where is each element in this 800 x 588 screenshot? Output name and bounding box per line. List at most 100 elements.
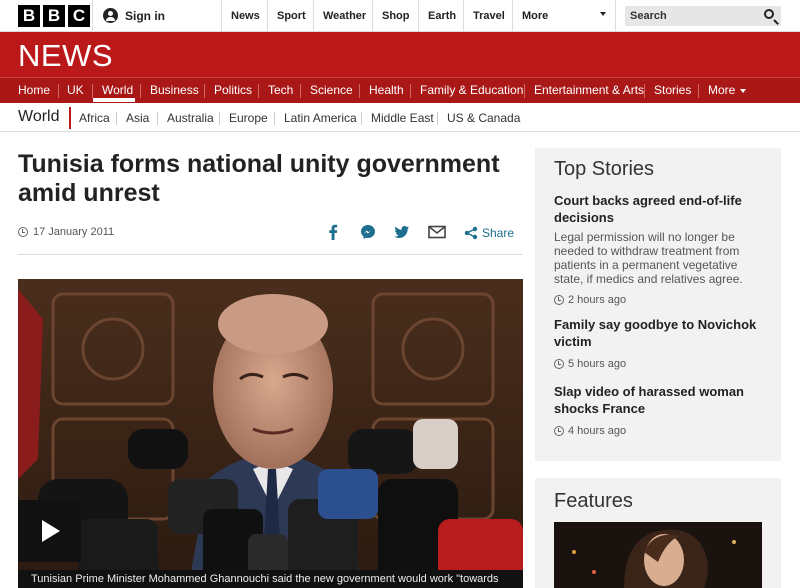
top-story-time: 5 hours ago (554, 358, 769, 370)
divider (274, 112, 275, 125)
nav-health[interactable]: Health (369, 83, 404, 97)
main-nav: Home UK World Business Politics Tech Sci… (0, 77, 800, 103)
divider (372, 0, 373, 32)
bbc-logo-letter: C (68, 5, 90, 27)
share-button[interactable]: Share (464, 226, 514, 240)
nav-more-label: More (708, 83, 736, 97)
clock-icon (554, 359, 564, 369)
subnav-australia[interactable]: Australia (167, 111, 214, 125)
nav-more[interactable]: More (708, 83, 747, 97)
subnav-active-indicator (69, 107, 71, 129)
nav-stories[interactable]: Stories (654, 83, 691, 97)
chevron-down-icon (740, 88, 747, 93)
top-story-time-text: 5 hours ago (568, 358, 627, 370)
divider (512, 0, 513, 32)
top-story-title[interactable]: Family say goodbye to Novichok victim (554, 316, 769, 350)
video-player[interactable] (18, 279, 523, 588)
divider (221, 0, 222, 32)
feature-thumbnail (554, 522, 762, 588)
divider (300, 84, 301, 98)
top-story-item[interactable]: Slap video of harassed woman shocks Fran… (554, 383, 769, 437)
divider (418, 0, 419, 32)
topnav-sport[interactable]: Sport (277, 10, 306, 22)
video-thumbnail (18, 279, 523, 588)
nav-world[interactable]: World (102, 83, 133, 97)
divider (92, 0, 93, 32)
top-story-time-text: 2 hours ago (568, 294, 627, 306)
nav-home[interactable]: Home (18, 83, 50, 97)
twitter-icon[interactable] (394, 224, 410, 240)
feature-image[interactable] (554, 522, 762, 588)
divider (463, 0, 464, 32)
divider (410, 84, 411, 98)
section-title[interactable]: World (18, 108, 60, 126)
facebook-icon[interactable] (326, 224, 340, 240)
subnav-us-canada[interactable]: US & Canada (447, 111, 520, 125)
topnav-more[interactable]: More (522, 10, 548, 22)
clock-icon (554, 295, 564, 305)
topnav-news[interactable]: News (231, 10, 260, 22)
clock-icon (554, 426, 564, 436)
top-story-title[interactable]: Court backs agreed end-of-life decisions (554, 192, 769, 226)
divider (698, 84, 699, 98)
top-story-title[interactable]: Slap video of harassed woman shocks Fran… (554, 383, 769, 417)
messenger-icon[interactable] (360, 224, 376, 240)
divider (615, 0, 616, 32)
search-icon[interactable] (764, 9, 774, 19)
topnav-weather[interactable]: Weather (323, 10, 366, 22)
article-headline: Tunisia forms national unity government … (18, 150, 500, 207)
sign-in-link[interactable]: Sign in (103, 8, 165, 23)
features-panel: Features (535, 478, 781, 588)
features-title: Features (554, 490, 633, 512)
nav-science[interactable]: Science (310, 83, 353, 97)
subnav-latin-america[interactable]: Latin America (284, 111, 357, 125)
user-icon (103, 8, 118, 23)
nav-tech[interactable]: Tech (268, 83, 293, 97)
divider (116, 112, 117, 125)
subnav-asia[interactable]: Asia (126, 111, 149, 125)
topnav-shop[interactable]: Shop (382, 10, 410, 22)
news-logo[interactable]: NEWS (18, 38, 113, 74)
search-input[interactable]: Search (625, 6, 781, 26)
nav-active-indicator (93, 98, 135, 102)
play-button[interactable] (18, 500, 81, 562)
subnav-middle-east[interactable]: Middle East (371, 111, 434, 125)
subnav-europe[interactable]: Europe (229, 111, 268, 125)
nav-entertainment-arts[interactable]: Entertainment & Arts (534, 83, 644, 97)
divider (644, 84, 645, 98)
divider (258, 84, 259, 98)
divider (157, 112, 158, 125)
top-stories-panel: Top Stories Court backs agreed end-of-li… (535, 148, 781, 461)
search-placeholder: Search (630, 10, 667, 22)
top-story-item[interactable]: Family say goodbye to Novichok victim 5 … (554, 316, 769, 370)
divider (524, 84, 525, 98)
nav-business[interactable]: Business (150, 83, 199, 97)
sub-nav: World Africa Asia Australia Europe Latin… (0, 103, 800, 132)
top-story-time: 4 hours ago (554, 425, 769, 437)
top-story-time-text: 4 hours ago (568, 425, 627, 437)
chevron-down-icon[interactable] (600, 12, 606, 16)
subnav-africa[interactable]: Africa (79, 111, 110, 125)
bbc-logo[interactable]: B B C (18, 5, 90, 27)
clock-icon (18, 227, 28, 237)
divider (58, 84, 59, 98)
divider (437, 112, 438, 125)
topnav-travel[interactable]: Travel (473, 10, 505, 22)
share-label: Share (482, 226, 515, 240)
topnav-earth[interactable]: Earth (428, 10, 456, 22)
top-story-item[interactable]: Court backs agreed end-of-life decisions… (554, 192, 769, 306)
news-masthead: NEWS (0, 32, 800, 77)
email-icon[interactable] (428, 224, 446, 240)
share-icon (464, 226, 478, 240)
bbc-logo-letter: B (43, 5, 65, 27)
nav-uk[interactable]: UK (67, 83, 84, 97)
nav-politics[interactable]: Politics (214, 83, 252, 97)
divider (359, 84, 360, 98)
nav-family-education[interactable]: Family & Education (420, 83, 523, 97)
top-story-time: 2 hours ago (554, 294, 769, 306)
divider (18, 254, 523, 255)
divider (267, 0, 268, 32)
bbc-top-bar: B B C Sign in News Sport Weather Shop Ea… (0, 0, 800, 32)
divider (361, 112, 362, 125)
bbc-logo-letter: B (18, 5, 40, 27)
